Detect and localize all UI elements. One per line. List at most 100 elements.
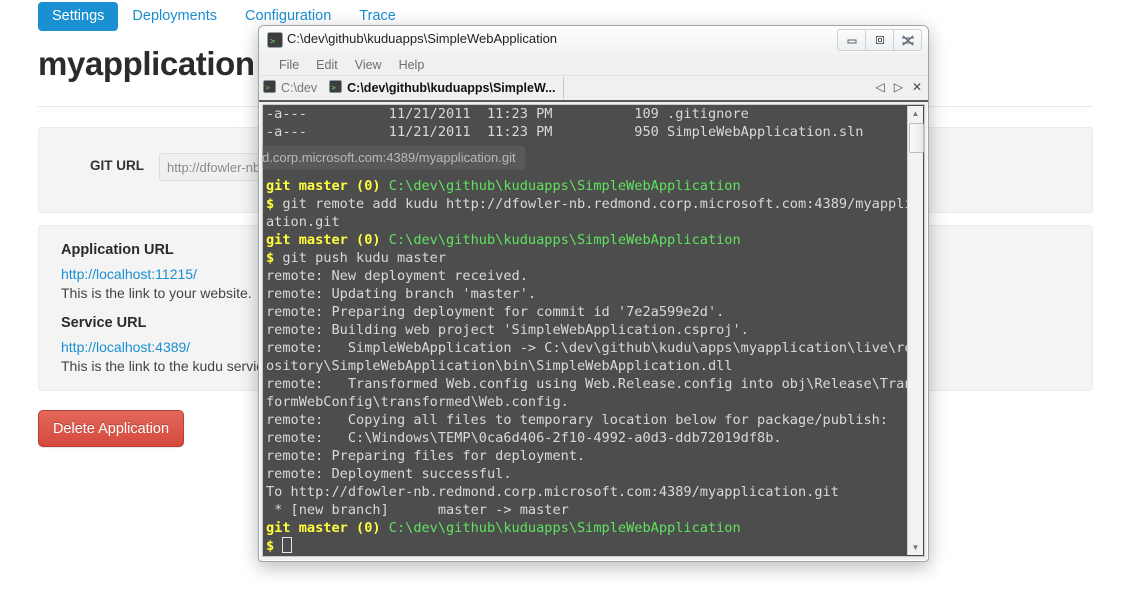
service-url-heading: Service URL <box>61 315 147 331</box>
console-tab-label: C:\dev <box>281 81 318 95</box>
terminal-segment: C:\dev\github\kuduapps\SimpleWebApplicat… <box>380 520 741 536</box>
terminal-output-area[interactable]: -a--- 11/21/2011 11:23 PM 109 .gitignore… <box>262 104 925 557</box>
terminal-line: remote: C:\Windows\TEMP\0ca6d406-2f10-49… <box>266 429 906 447</box>
terminal-segment: remote: Building web project 'SimpleWebA… <box>266 322 749 338</box>
service-url-description: This is the link to the kudu service. <box>61 358 275 374</box>
terminal-line: $ git push kudu master <box>266 249 906 267</box>
scroll-down-arrow[interactable]: ▼ <box>908 540 923 555</box>
menu-item-edit[interactable]: Edit <box>316 58 338 72</box>
terminal-segment: ation.git <box>266 214 340 230</box>
svg-text:>: > <box>270 37 276 47</box>
nav-tab-deployments[interactable]: Deployments <box>118 2 231 31</box>
terminal-line: ation.git <box>266 213 906 231</box>
terminal-line: remote: SimpleWebApplication -> C:\dev\g… <box>266 339 921 357</box>
terminal-segment: $ <box>266 538 275 554</box>
terminal-cursor <box>282 537 293 553</box>
terminal-line: * [new branch] master -> master <box>266 501 906 519</box>
terminal-text: -a--- 11/21/2011 11:23 PM 109 .gitignore… <box>266 105 921 555</box>
urls-content: Application URL http://localhost:11215/ … <box>61 236 275 374</box>
svg-text:>: > <box>332 83 337 92</box>
terminal-segment: git master (0) <box>266 232 381 248</box>
console-tab-icon: > <box>263 80 276 96</box>
terminal-segment: remote: Transformed Web.config using Web… <box>266 376 921 392</box>
service-url-link[interactable]: http://localhost:4389/ <box>61 339 275 355</box>
service-url-group: Service URL http://localhost:4389/ This … <box>61 315 275 374</box>
terminal-segment: ository\SimpleWebApplication\bin\SimpleW… <box>266 358 733 374</box>
terminal-segment: remote: Deployment successful. <box>266 466 512 482</box>
terminal-segment <box>274 538 282 554</box>
terminal-segment: C:\dev\github\kuduapps\SimpleWebApplicat… <box>380 178 741 194</box>
terminal-line: remote: Deployment successful. <box>266 465 906 483</box>
terminal-line: remote: Building web project 'SimpleWebA… <box>266 321 906 339</box>
menu-item-file[interactable]: File <box>279 58 299 72</box>
application-url-link[interactable]: http://localhost:11215/ <box>61 266 275 282</box>
console-menubar: File Edit View Help <box>259 54 928 76</box>
console-tab-list: > C:\dev > C:\dev\github\kuduapps\SimpleW..… <box>259 77 565 99</box>
terminal-segment: remote: SimpleWebApplication -> C:\dev\g… <box>266 340 921 356</box>
window-controls <box>837 29 922 51</box>
delete-application-button[interactable]: Delete Application <box>38 410 184 447</box>
scroll-up-arrow[interactable]: ▲ <box>908 106 923 121</box>
terminal-line: remote: Preparing deployment for commit … <box>266 303 906 321</box>
terminal-segment: remote: Preparing deployment for commit … <box>266 304 725 320</box>
terminal-line: remote: Transformed Web.config using Web… <box>266 375 921 393</box>
terminal-line: To http://dfowler-nb.redmond.corp.micros… <box>266 483 906 501</box>
terminal-segment: To http://dfowler-nb.redmond.corp.micros… <box>266 484 839 500</box>
close-button[interactable] <box>893 29 922 51</box>
terminal-line: remote: Updating branch 'master'. <box>266 285 906 303</box>
terminal-line: formWebConfig\transformed\Web.config. <box>266 393 906 411</box>
scrollbar-thumb[interactable] <box>909 123 924 153</box>
terminal-segment: remote: New deployment received. <box>266 268 528 284</box>
terminal-line: $ <box>266 537 906 555</box>
minimize-button[interactable] <box>837 29 866 51</box>
terminal-line: -a--- 11/21/2011 11:23 PM 109 .gitignore <box>266 105 906 123</box>
console-tab-1[interactable]: > C:\dev\github\kuduapps\SimpleW... <box>325 77 565 99</box>
terminal-line: git master (0) C:\dev\github\kuduapps\Si… <box>266 519 906 537</box>
svg-text:>: > <box>265 83 270 92</box>
terminal-segment: git master (0) <box>266 178 381 194</box>
terminal-line: remote: Copying all files to temporary l… <box>266 411 906 429</box>
terminal-segment: remote: Updating branch 'master'. <box>266 286 537 302</box>
tab-close-icon[interactable]: ✕ <box>912 80 922 94</box>
page-title: myapplication <box>38 45 255 82</box>
console-tab-label: C:\dev\github\kuduapps\SimpleW... <box>347 81 556 95</box>
terminal-segment: -a--- 11/21/2011 11:23 PM 109 .gitignore <box>266 106 749 122</box>
console-window-title: C:\dev\github\kuduapps\SimpleWebApplicat… <box>287 31 558 46</box>
application-url-heading: Application URL <box>61 242 174 258</box>
console-tab-0[interactable]: > C:\dev <box>259 77 325 99</box>
menu-item-help[interactable]: Help <box>399 58 425 72</box>
terminal-line: -a--- 11/21/2011 11:23 PM 950 SimpleWebA… <box>266 123 906 141</box>
git-url-label: GIT URL <box>90 158 144 173</box>
tab-prev-icon[interactable]: ◁ <box>875 80 884 94</box>
terminal-line: remote: Preparing files for deployment. <box>266 447 906 465</box>
terminal-segment: git remote add kudu http://dfowler-nb.re… <box>274 196 921 212</box>
terminal-line: ository\SimpleWebApplication\bin\SimpleW… <box>266 357 906 375</box>
console-window[interactable]: > C:\dev\github\kuduapps\SimpleWebApplic… <box>258 25 929 562</box>
console-titlebar[interactable]: > C:\dev\github\kuduapps\SimpleWebApplic… <box>259 26 928 55</box>
menu-item-view[interactable]: View <box>355 58 382 72</box>
terminal-segment: remote: Preparing files for deployment. <box>266 448 586 464</box>
tab-next-icon[interactable]: ▷ <box>894 80 903 94</box>
terminal-line: git master (0) C:\dev\github\kuduapps\Si… <box>266 231 906 249</box>
terminal-segment: remote: Copying all files to temporary l… <box>266 412 888 428</box>
terminal-line: remote: New deployment received. <box>266 267 906 285</box>
terminal-segment: git push kudu master <box>274 250 447 266</box>
terminal-segment: C:\dev\github\kuduapps\SimpleWebApplicat… <box>380 232 741 248</box>
tab-scroll-controls: ◁ ▷ ✕ <box>875 80 922 94</box>
application-url-description: This is the link to your website. <box>61 285 252 301</box>
terminal-segment: $ <box>266 196 275 212</box>
terminal-scrollbar[interactable]: ▲ ▼ <box>907 106 924 555</box>
terminal-segment: -a--- 11/21/2011 11:23 PM 950 SimpleWebA… <box>266 124 864 140</box>
terminal-segment: remote: C:\Windows\TEMP\0ca6d406-2f10-49… <box>266 430 782 446</box>
terminal-segment: * [new branch] master -> master <box>266 502 569 518</box>
console-app-icon: > <box>267 32 283 53</box>
maximize-button[interactable] <box>865 29 894 51</box>
terminal-line: $ git remote add kudu http://dfowler-nb.… <box>266 195 921 213</box>
nav-tab-settings[interactable]: Settings <box>38 2 119 31</box>
console-tabbar: > C:\dev > C:\dev\github\kuduapps\SimpleW..… <box>259 76 928 102</box>
terminal-segment: git master (0) <box>266 520 381 536</box>
console-tab-icon: > <box>329 80 343 96</box>
terminal-segment: $ <box>266 250 275 266</box>
terminal-line: git master (0) C:\dev\github\kuduapps\Si… <box>266 177 906 195</box>
